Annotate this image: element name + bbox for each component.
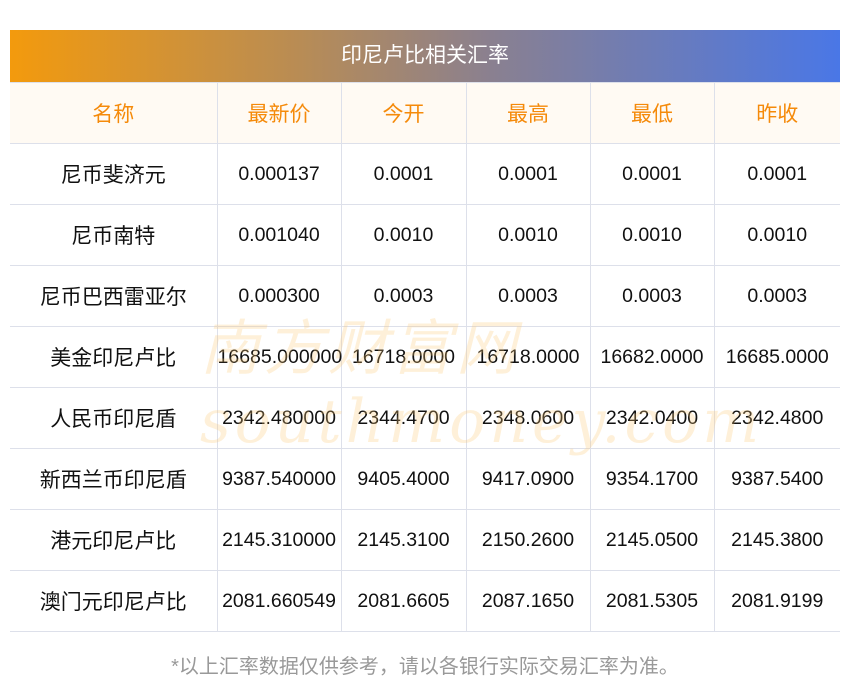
column-header: 最低: [589, 82, 715, 144]
rate-cell: 0.0003: [713, 265, 840, 327]
table-row: 美金印尼卢比 16685.000000 16718.0000 16718.0000 16…: [10, 326, 840, 388]
rate-cell: 0.0003: [465, 265, 591, 327]
rate-cell: 0.0010: [589, 204, 715, 266]
table-row: 澳门元印尼卢比 2081.660549 2081.6605 2087.1650 2081…: [10, 570, 840, 632]
rate-cell: 16718.0000: [340, 326, 467, 388]
column-header: 名称: [10, 82, 218, 144]
column-header: 今开: [340, 82, 467, 144]
rate-cell: 9387.5400: [713, 448, 840, 510]
currency-name-cell: 澳门元印尼卢比: [10, 570, 218, 632]
rate-cell: 2081.660549: [216, 570, 342, 632]
header-row: 名称 最新价 今开 最高 最低 昨收: [10, 82, 840, 144]
currency-name-cell: 尼币巴西雷亚尔: [10, 265, 218, 327]
rate-cell: 0.0001: [465, 143, 591, 205]
table-title: 印尼卢比相关汇率: [10, 30, 840, 82]
rate-cell: 0.0010: [713, 204, 840, 266]
rate-cell: 0.000137: [216, 143, 342, 205]
table-row: 尼币南特 0.001040 0.0010 0.0010 0.0010 0.0010: [10, 204, 840, 266]
rate-cell: 0.0001: [340, 143, 467, 205]
rate-cell: 9405.4000: [340, 448, 467, 510]
currency-name-cell: 港元印尼卢比: [10, 509, 218, 571]
currency-name-cell: 新西兰币印尼盾: [10, 448, 218, 510]
rate-cell: 0.0001: [713, 143, 840, 205]
rate-cell: 2342.0400: [589, 387, 715, 449]
rate-cell: 2145.0500: [589, 509, 715, 571]
currency-name-cell: 尼币南特: [10, 204, 218, 266]
rate-cell: 0.001040: [216, 204, 342, 266]
column-header: 昨收: [713, 82, 840, 144]
table-row: 尼币巴西雷亚尔 0.000300 0.0003 0.0003 0.0003 0.0003: [10, 265, 840, 327]
rate-cell: 16682.0000: [589, 326, 715, 388]
rate-cell: 16685.0000: [713, 326, 840, 388]
table-row: 人民币印尼盾 2342.480000 2344.4700 2348.0600 2342.…: [10, 387, 840, 449]
currency-name-cell: 人民币印尼盾: [10, 387, 218, 449]
rate-cell: 2081.5305: [589, 570, 715, 632]
table-row: 新西兰币印尼盾 9387.540000 9405.4000 9417.0900 9354…: [10, 448, 840, 510]
rate-cell: 9354.1700: [589, 448, 715, 510]
rate-cell: 2081.6605: [340, 570, 467, 632]
table-row: 尼币斐济元 0.000137 0.0001 0.0001 0.0001 0.0001: [10, 143, 840, 205]
rate-cell: 2150.2600: [465, 509, 591, 571]
rate-cell: 0.0003: [589, 265, 715, 327]
rate-cell: 2145.3100: [340, 509, 467, 571]
exchange-rate-table: 名称 最新价 今开 最高 最低 昨收 尼币斐济元 0.000137 0.0001 0.…: [10, 82, 840, 632]
rate-cell: 2344.4700: [340, 387, 467, 449]
rate-cell: 2081.9199: [713, 570, 840, 632]
rate-cell: 2145.310000: [216, 509, 342, 571]
rate-cell: 2145.3800: [713, 509, 840, 571]
currency-name-cell: 尼币斐济元: [10, 143, 218, 205]
rate-cell: 0.0003: [340, 265, 467, 327]
table-row: 港元印尼卢比 2145.310000 2145.3100 2150.2600 2145.…: [10, 509, 840, 571]
currency-name-cell: 美金印尼卢比: [10, 326, 218, 388]
rate-cell: 2348.0600: [465, 387, 591, 449]
rate-cell: 16718.0000: [465, 326, 591, 388]
rate-cell: 0.0010: [465, 204, 591, 266]
rate-cell: 2342.4800: [713, 387, 840, 449]
rate-cell: 9387.540000: [216, 448, 342, 510]
column-header: 最新价: [216, 82, 342, 144]
rate-cell: 0.000300: [216, 265, 342, 327]
disclaimer-text: *以上汇率数据仅供参考，请以各银行实际交易汇率为准。: [171, 656, 679, 678]
rate-cell: 16685.000000: [216, 326, 342, 388]
rate-cell: 0.0010: [340, 204, 467, 266]
column-header: 最高: [465, 82, 591, 144]
rate-cell: 2342.480000: [216, 387, 342, 449]
rate-cell: 9417.0900: [465, 448, 591, 510]
rate-cell: 2087.1650: [465, 570, 591, 632]
rate-cell: 0.0001: [589, 143, 715, 205]
